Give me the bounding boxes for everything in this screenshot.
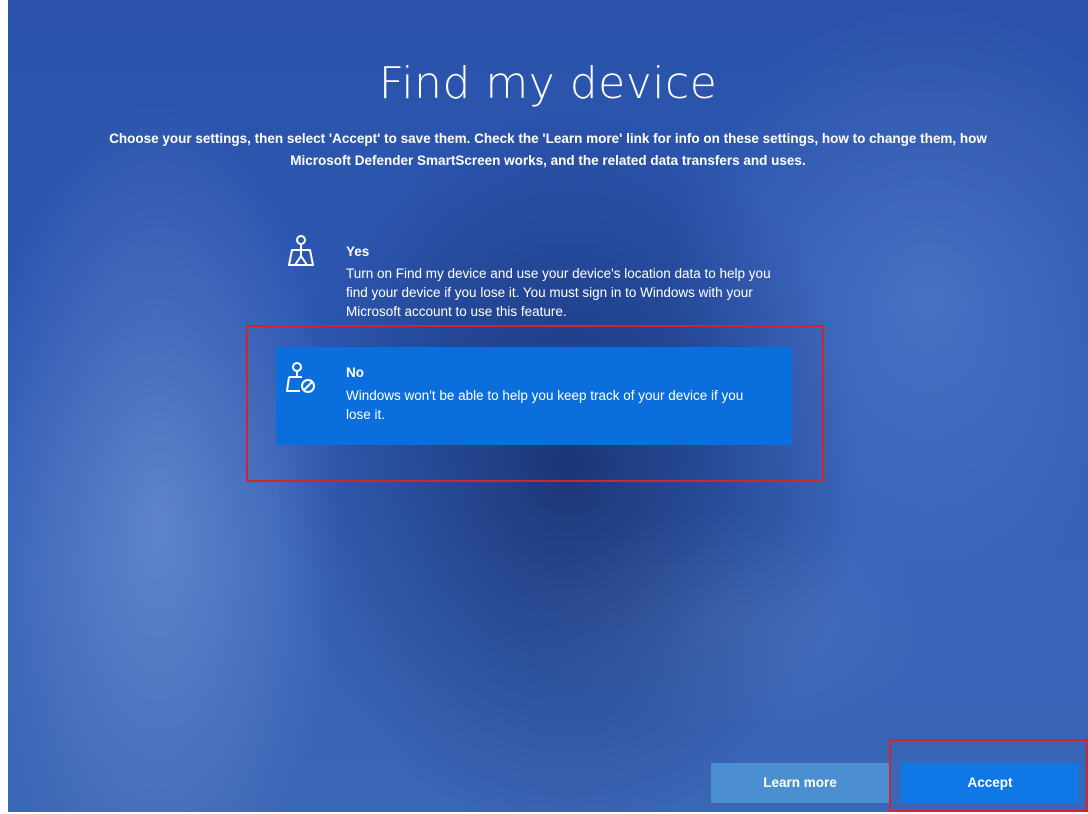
page-title: Find my device — [378, 58, 718, 109]
subtitle-line-2: Microsoft Defender SmartScreen works, an… — [290, 153, 806, 168]
learn-more-button[interactable]: Learn more — [711, 763, 889, 803]
location-person-icon — [286, 234, 316, 268]
subtitle-line-1: Choose your settings, then select 'Accep… — [109, 131, 987, 146]
option-yes-description: Turn on Find my device and use your devi… — [346, 266, 771, 319]
option-yes[interactable]: Yes Turn on Find my device and use your … — [276, 232, 792, 332]
annotation-box-accept — [889, 739, 1088, 812]
annotation-box-no-option — [246, 325, 824, 482]
oobe-screen: Find my device Choose your settings, the… — [8, 0, 1088, 812]
page-subtitle: Choose your settings, then select 'Accep… — [28, 128, 1068, 172]
option-yes-label: Yes — [346, 244, 370, 259]
